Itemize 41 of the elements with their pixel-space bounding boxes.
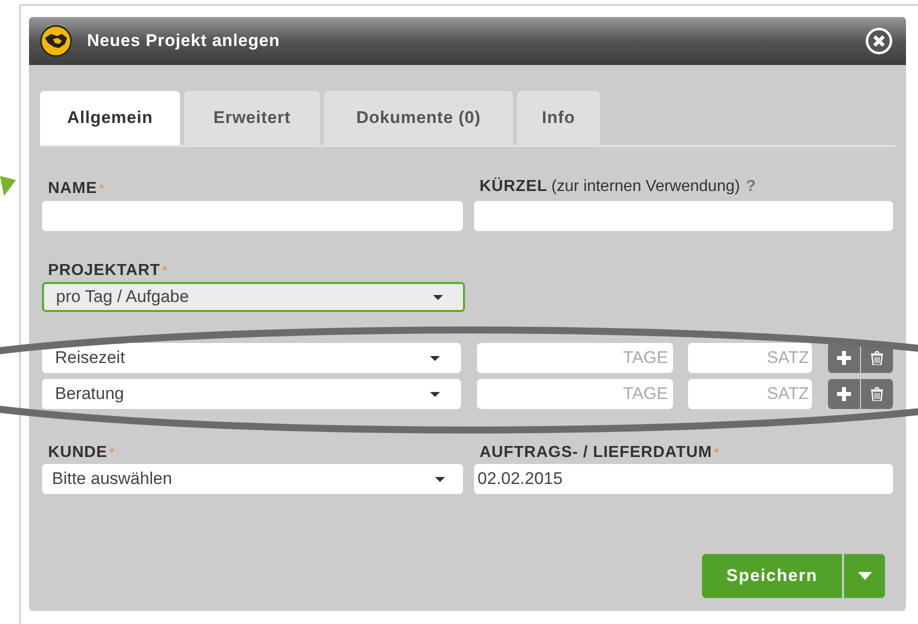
trash-icon (871, 387, 883, 401)
service-select[interactable]: Reisezeit (42, 343, 461, 373)
service-select[interactable]: Beratung (42, 379, 461, 409)
add-button[interactable] (828, 343, 860, 373)
plus-icon (837, 387, 851, 401)
required-mark: * (162, 263, 168, 278)
shortcode-input[interactable] (474, 201, 893, 231)
caret-icon (858, 572, 872, 580)
name-input[interactable] (42, 201, 462, 231)
field-label: KÜRZEL (480, 176, 548, 197)
caret-icon (430, 392, 440, 396)
dialog-title: Neues Projekt anlegen (87, 30, 281, 52)
required-mark: * (109, 445, 114, 460)
add-button[interactable] (828, 379, 860, 409)
field-label: NAME (48, 180, 98, 197)
caret-icon (433, 294, 443, 300)
customer-select[interactable]: Bitte auswählen (42, 464, 462, 494)
rate-input[interactable]: SATZ (688, 343, 812, 373)
plus-icon (837, 351, 851, 365)
days-input[interactable]: TAGE (477, 343, 673, 373)
tab[interactable]: Dokumente (0) (324, 91, 513, 145)
required-mark: * (714, 445, 720, 460)
arrow-icon (0, 176, 16, 196)
rate-input[interactable]: SATZ (688, 379, 812, 409)
close-icon[interactable] (865, 27, 893, 55)
field-label: KUNDE (48, 444, 108, 461)
tab[interactable]: Erweitert (184, 91, 320, 145)
tab[interactable]: Info (517, 91, 600, 145)
dropdown-button[interactable] (844, 554, 885, 598)
trash-icon (871, 351, 883, 365)
field-label: PROJEKTART (48, 262, 160, 279)
field-note: (zur internen Verwendung) (551, 177, 740, 197)
tab[interactable]: Allgemein (40, 91, 180, 145)
project-type-select[interactable]: pro Tag / Aufgabe (42, 282, 465, 312)
caret-icon (430, 356, 440, 360)
caret-icon (434, 476, 444, 482)
field-label: AUFTRAGS- / LIEFERDATUM (480, 444, 712, 461)
delete-button[interactable] (861, 379, 893, 409)
required-mark: * (99, 181, 104, 196)
days-input[interactable]: TAGE (477, 379, 673, 409)
date-input[interactable]: 02.02.2015 (474, 464, 893, 494)
